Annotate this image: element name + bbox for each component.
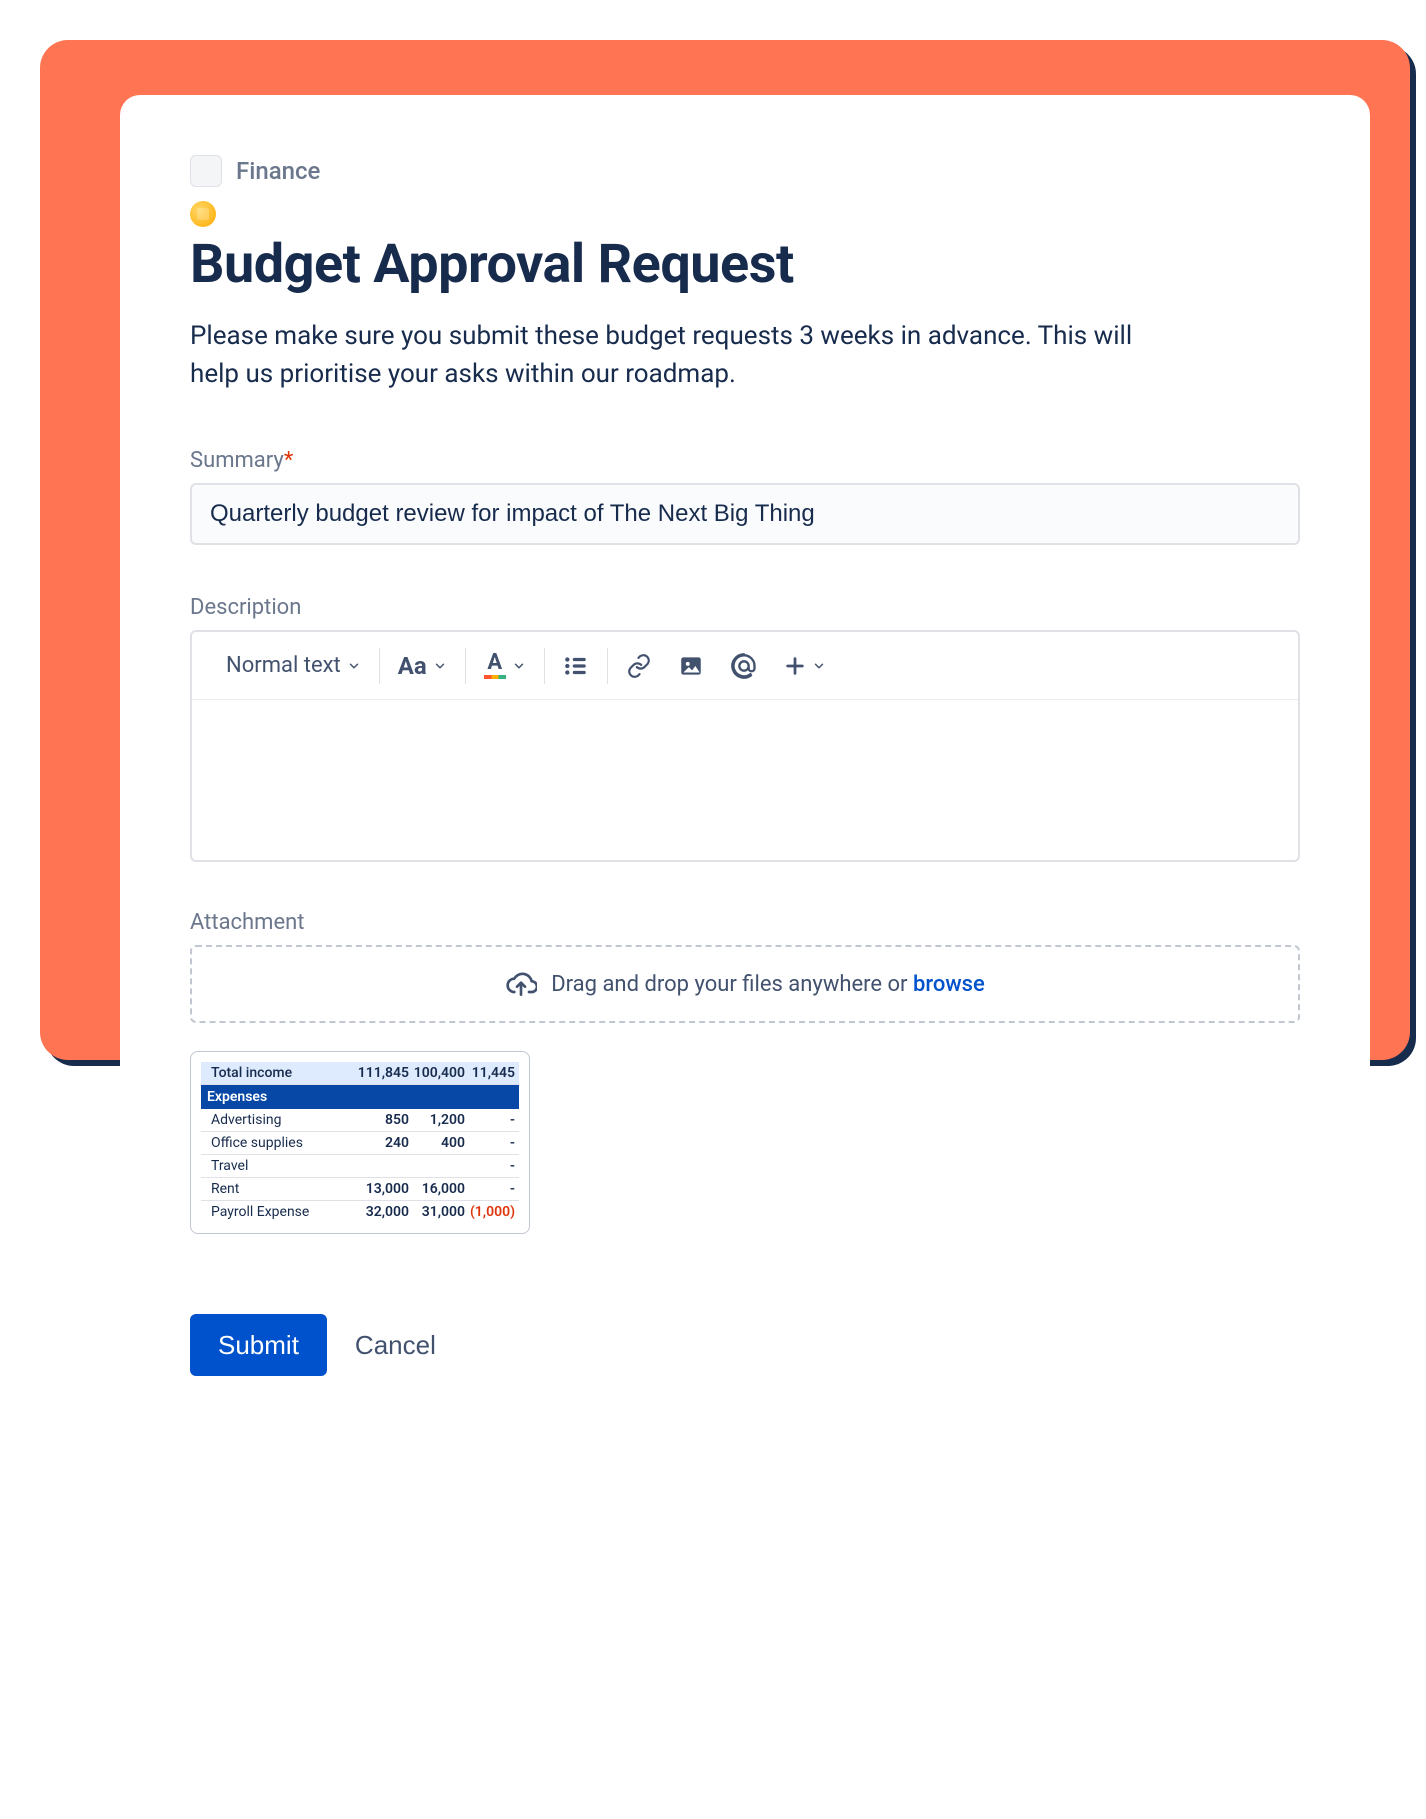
thumb-cell: 400 xyxy=(409,1135,465,1151)
thumb-cell: - xyxy=(465,1181,515,1197)
text-style-dropdown[interactable]: Normal text xyxy=(226,653,361,678)
description-editor: Normal text Aa A xyxy=(190,630,1300,862)
attachment-dropzone[interactable]: Drag and drop your files anywhere or bro… xyxy=(190,945,1300,1023)
summary-label: Summary* xyxy=(190,448,1300,473)
submit-button[interactable]: Submit xyxy=(190,1314,327,1376)
link-button[interactable] xyxy=(626,653,652,679)
summary-label-text: Summary xyxy=(190,448,284,473)
thumb-cell: - xyxy=(465,1135,515,1151)
at-icon xyxy=(730,652,758,680)
thumb-cell: 32,000 xyxy=(353,1204,409,1220)
table-row: Office supplies 240 400 - xyxy=(201,1132,519,1155)
thumb-cell: Travel xyxy=(205,1158,353,1174)
thumb-cell: 850 xyxy=(353,1112,409,1128)
attachment-label: Attachment xyxy=(190,910,1300,935)
plus-icon xyxy=(784,655,806,677)
description-label: Description xyxy=(190,595,1300,620)
table-row: Payroll Expense 32,000 31,000 (1,000) xyxy=(201,1201,519,1223)
form-actions: Submit Cancel xyxy=(190,1314,1300,1376)
chevron-down-icon xyxy=(812,659,826,673)
text-color-icon: A xyxy=(484,652,506,679)
attachment-thumbnail[interactable]: Total income 111,845 100,400 11,445 Expe… xyxy=(190,1051,530,1234)
dropzone-hint: Drag and drop your files anywhere or bro… xyxy=(551,972,985,997)
text-format-dropdown[interactable]: Aa xyxy=(398,652,447,680)
thumb-cell: Office supplies xyxy=(205,1135,353,1151)
thumb-cell: Advertising xyxy=(205,1112,353,1128)
table-row: Rent 13,000 16,000 - xyxy=(201,1178,519,1201)
thumb-cell: 13,000 xyxy=(353,1181,409,1197)
chevron-down-icon xyxy=(433,659,447,673)
upload-cloud-icon xyxy=(505,968,537,1000)
bullet-list-button[interactable] xyxy=(563,653,589,679)
chevron-down-icon xyxy=(512,659,526,673)
thumb-cell: Payroll Expense xyxy=(205,1204,353,1220)
thumb-cell: 31,000 xyxy=(409,1204,465,1220)
table-row: Total income 111,845 100,400 11,445 xyxy=(201,1062,519,1085)
table-section-header: Expenses xyxy=(201,1085,519,1109)
intro-text: Please make sure you submit these budget… xyxy=(190,318,1170,393)
mention-button[interactable] xyxy=(730,652,758,680)
summary-input[interactable] xyxy=(190,483,1300,545)
browse-link[interactable]: browse xyxy=(913,972,985,997)
text-style-label: Normal text xyxy=(226,653,341,678)
text-format-icon: Aa xyxy=(398,652,427,680)
thumb-cell: - xyxy=(465,1158,515,1174)
insert-more-dropdown[interactable] xyxy=(784,655,826,677)
thumb-cell: 1,200 xyxy=(409,1112,465,1128)
link-icon xyxy=(626,653,652,679)
thumb-cell: - xyxy=(465,1112,515,1128)
breadcrumb-label[interactable]: Finance xyxy=(236,157,320,185)
breadcrumb: Finance xyxy=(190,155,1300,187)
description-textarea[interactable] xyxy=(192,700,1298,860)
thumb-cell: 240 xyxy=(353,1135,409,1151)
chevron-down-icon xyxy=(347,659,361,673)
text-color-dropdown[interactable]: A xyxy=(484,652,526,679)
form-card: Finance Budget Approval Request Please m… xyxy=(120,95,1370,1446)
editor-toolbar: Normal text Aa A xyxy=(192,632,1298,700)
coin-icon xyxy=(190,201,216,227)
thumb-cell: (1,000) xyxy=(465,1204,515,1220)
project-avatar-placeholder xyxy=(190,155,222,187)
thumb-cell: 11,445 xyxy=(465,1065,515,1081)
table-row: Travel - xyxy=(201,1155,519,1178)
thumb-cell: 16,000 xyxy=(409,1181,465,1197)
thumb-cell: Total income xyxy=(205,1065,353,1081)
thumb-cell: Rent xyxy=(205,1181,353,1197)
required-asterisk: * xyxy=(284,448,293,473)
thumb-banner-label: Expenses xyxy=(207,1089,267,1105)
thumb-cell: 111,845 xyxy=(353,1065,409,1081)
image-button[interactable] xyxy=(678,653,704,679)
thumb-cell: 100,400 xyxy=(409,1065,465,1081)
page-title: Budget Approval Request xyxy=(190,233,1300,296)
bullet-list-icon xyxy=(563,653,589,679)
dropzone-hint-text: Drag and drop your files anywhere or xyxy=(551,972,913,997)
table-row: Advertising 850 1,200 - xyxy=(201,1109,519,1132)
image-icon xyxy=(678,653,704,679)
cancel-button[interactable]: Cancel xyxy=(355,1330,436,1361)
